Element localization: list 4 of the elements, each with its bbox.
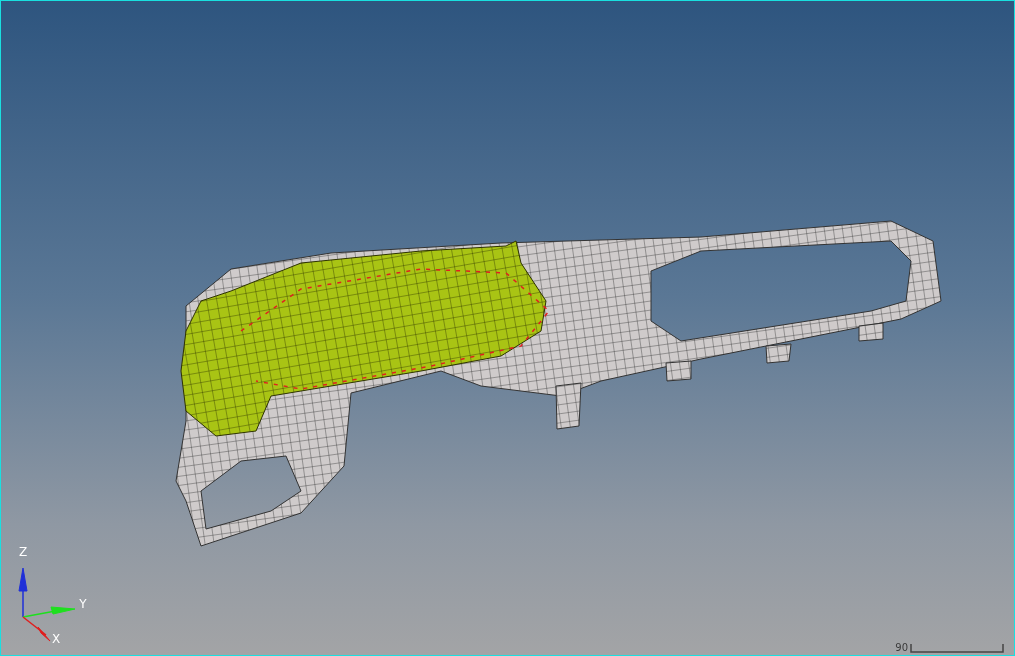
axis-label: Z	[18, 545, 28, 559]
scale-bar-label: 90	[895, 643, 908, 653]
axis-label: Y	[79, 597, 87, 611]
axis-label: X	[51, 632, 61, 646]
